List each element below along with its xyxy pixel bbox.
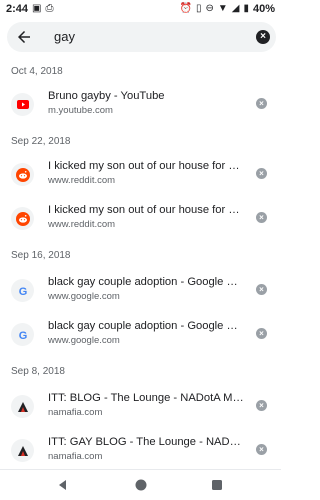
clear-search-icon[interactable]: ×: [256, 30, 270, 44]
system-navigation-bar: [0, 469, 281, 500]
status-right: ⏰ ▯ ⊖ ▼ ◢ ▮ 40%: [179, 3, 275, 15]
section-date: Sep 16, 2018: [11, 250, 71, 261]
section-date: Sep 22, 2018: [11, 136, 71, 147]
alarm-icon: ⏰: [179, 3, 192, 14]
history-item-title: I kicked my son out of our house for bei…: [48, 204, 244, 216]
history-item-title: black gay couple adoption - Google Searc…: [48, 320, 244, 332]
history-item-url: www.reddit.com: [48, 175, 116, 186]
history-item[interactable]: I kicked my son out of our house for bei…: [0, 160, 281, 200]
namafia-icon: [11, 395, 34, 418]
history-item-title: ITT: BLOG - The Lounge - NADotA Mafia: [48, 392, 244, 404]
youtube-icon: [11, 93, 34, 116]
history-item-url: namafia.com: [48, 451, 103, 462]
history-item-url: www.google.com: [48, 335, 120, 346]
history-item[interactable]: I kicked my son out of our house for bei…: [0, 204, 281, 244]
remove-item-icon[interactable]: ×: [256, 212, 267, 223]
google-icon: G: [11, 323, 34, 346]
search-pill: gay ×: [7, 22, 276, 52]
section-date: Sep 8, 2018: [11, 366, 65, 377]
search-input[interactable]: gay: [54, 29, 75, 44]
remove-item-icon[interactable]: ×: [256, 98, 267, 109]
history-item-url: www.google.com: [48, 291, 120, 302]
reddit-icon: [11, 163, 34, 186]
wifi-icon: ▼: [217, 3, 228, 14]
back-arrow-icon[interactable]: [15, 28, 33, 46]
history-item-title: Bruno gayby - YouTube: [48, 90, 165, 102]
history-item-url: namafia.com: [48, 407, 103, 418]
status-time: 2:44: [6, 3, 29, 15]
nav-recent-apps-icon[interactable]: [210, 478, 224, 492]
svg-text:G: G: [18, 286, 27, 297]
nav-back-icon[interactable]: [56, 478, 70, 492]
history-item-title: ITT: GAY BLOG - The Lounge - NADotA Mafi…: [48, 436, 244, 448]
status-left: 2:44 ▣ ⎙: [6, 3, 53, 15]
reddit-icon: [11, 207, 34, 230]
battery-icon: ▮: [243, 3, 249, 14]
search-bar: gay ×: [0, 18, 281, 56]
history-item-title: black gay couple adoption - Google Searc…: [48, 276, 244, 288]
remove-item-icon[interactable]: ×: [256, 284, 267, 295]
namafia-icon: [11, 439, 34, 462]
status-bar: 2:44 ▣ ⎙ ⏰ ▯ ⊖ ▼ ◢ ▮ 40%: [0, 0, 281, 18]
history-item[interactable]: G black gay couple adoption - Google Sea…: [0, 320, 281, 360]
svg-text:G: G: [18, 330, 27, 341]
nav-home-icon[interactable]: [134, 478, 148, 492]
remove-item-icon[interactable]: ×: [256, 168, 267, 179]
history-item-url: www.reddit.com: [48, 219, 116, 230]
remove-item-icon[interactable]: ×: [256, 328, 267, 339]
history-item-title: I kicked my son out of our house for bei…: [48, 160, 244, 172]
google-icon: G: [11, 279, 34, 302]
history-item[interactable]: Bruno gayby - YouTube m.youtube.com ×: [0, 90, 281, 130]
history-item-url: m.youtube.com: [48, 105, 113, 116]
history-item[interactable]: G black gay couple adoption - Google Sea…: [0, 276, 281, 316]
image-notification-icon: ▣: [32, 3, 42, 14]
section-date: Oct 4, 2018: [11, 66, 63, 77]
vibrate-icon: ▯: [195, 3, 202, 14]
signal-icon: ◢: [231, 3, 240, 14]
battery-percent: 40%: [252, 3, 275, 15]
remove-item-icon[interactable]: ×: [256, 444, 267, 455]
history-item[interactable]: ITT: BLOG - The Lounge - NADotA Mafia na…: [0, 392, 281, 432]
remove-item-icon[interactable]: ×: [256, 400, 267, 411]
app-notification-icon: ⎙: [45, 3, 54, 14]
do-not-disturb-icon: ⊖: [205, 3, 214, 14]
